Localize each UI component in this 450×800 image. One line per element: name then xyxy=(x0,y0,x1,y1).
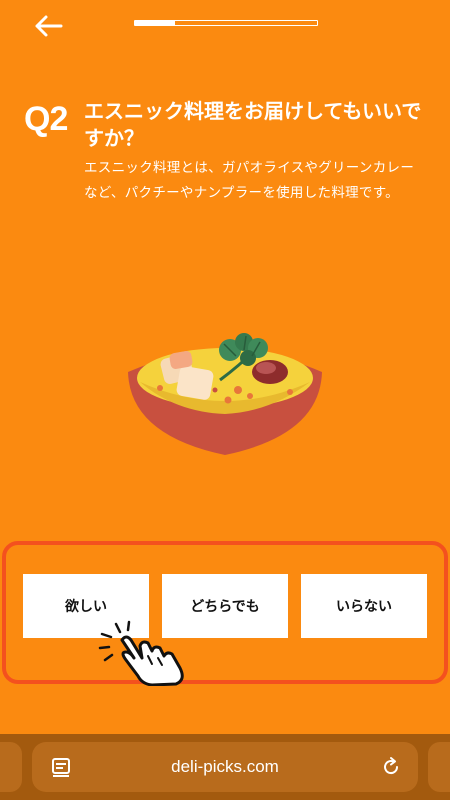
reload-icon[interactable] xyxy=(380,756,402,778)
back-button[interactable] xyxy=(30,10,66,42)
browser-bottom-bar: deli-picks.com xyxy=(0,734,450,800)
option-not-needed-button[interactable]: いらない xyxy=(301,574,427,638)
address-bar[interactable]: deli-picks.com xyxy=(32,742,418,792)
arrow-left-icon xyxy=(35,15,63,37)
question-number: Q2 xyxy=(24,100,68,138)
progress-fill xyxy=(135,21,176,25)
tap-hand-icon xyxy=(98,620,184,686)
progress-bar xyxy=(134,20,318,26)
previous-tab-stub[interactable] xyxy=(0,742,22,792)
tabs-icon[interactable] xyxy=(50,756,72,778)
next-tab-stub[interactable] xyxy=(428,742,450,792)
url-text: deli-picks.com xyxy=(171,757,279,776)
ethnic-curry-bowl-illustration xyxy=(128,333,322,455)
question-description: エスニック料理とは、ガパオライスやグリーンカレーなど、パクチーやナンプラーを使用… xyxy=(84,160,415,201)
question-title: エスニック料理をお届けしてもいいですか？ xyxy=(84,99,422,150)
